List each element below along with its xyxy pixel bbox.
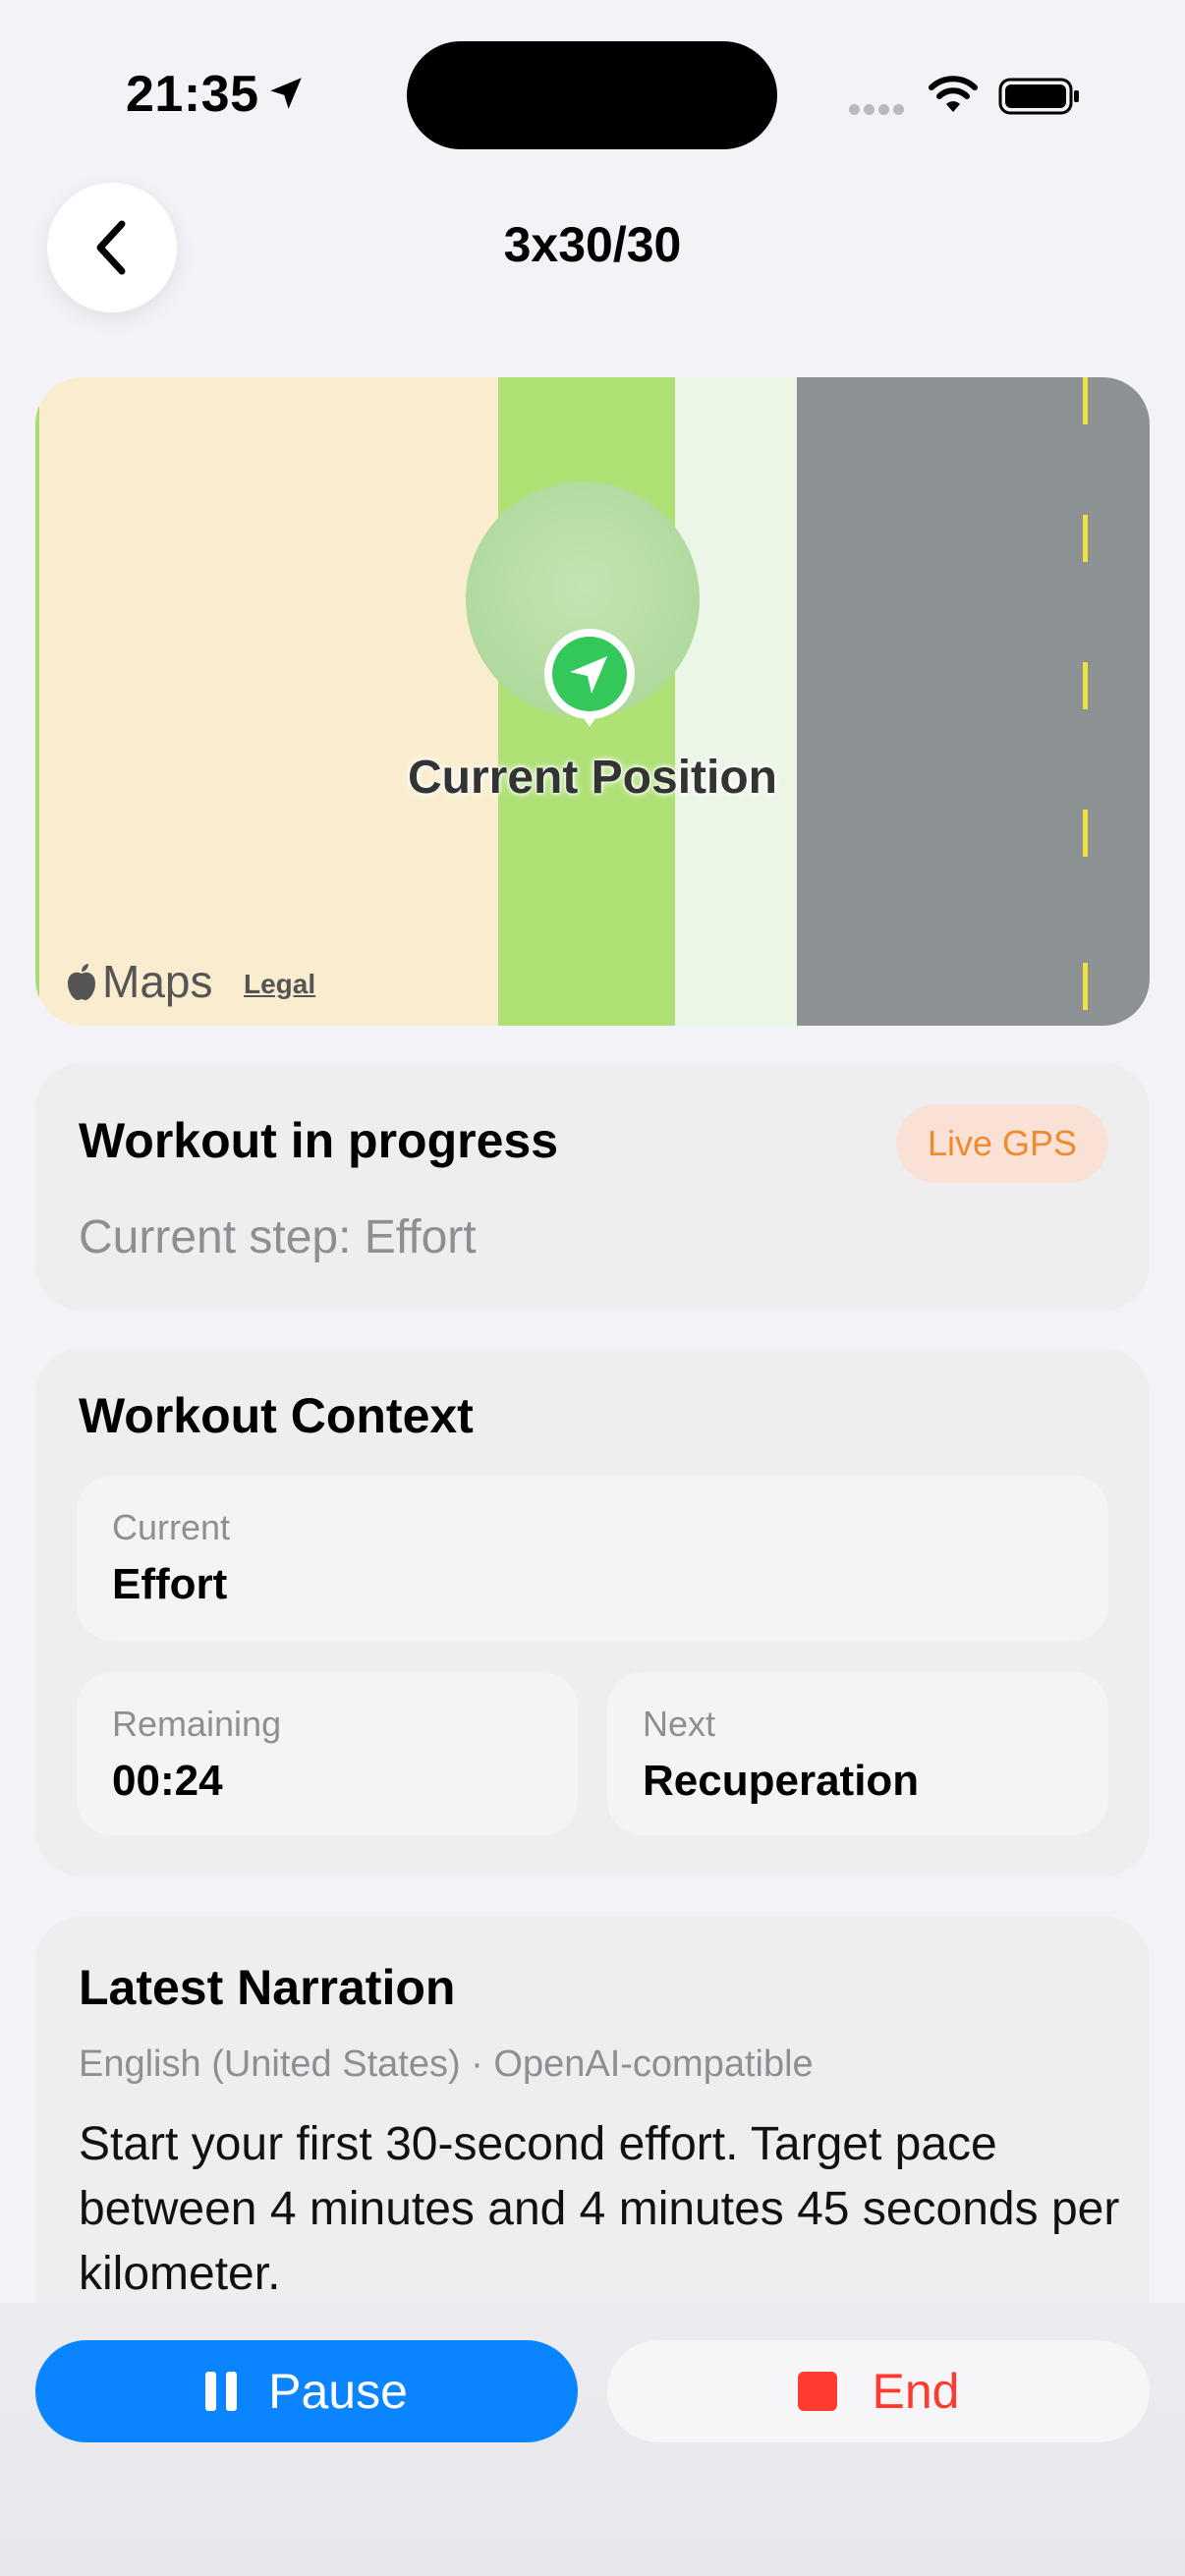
- battery-icon: [998, 78, 1079, 115]
- end-label: End: [872, 2364, 960, 2419]
- live-gps-badge: Live GPS: [896, 1104, 1108, 1183]
- next-step-tile: Next Recuperation: [607, 1672, 1108, 1835]
- maps-brand-text: Maps: [102, 956, 213, 1007]
- remaining-value: 00:24: [112, 1757, 223, 1805]
- apple-logo-icon: [68, 964, 95, 1000]
- workout-screen: 21:35 3x30/30 Current Position Maps Lega…: [0, 0, 1185, 2576]
- next-value: Recuperation: [643, 1757, 920, 1805]
- stop-icon: [797, 2372, 837, 2411]
- remaining-tile: Remaining 00:24: [77, 1672, 578, 1835]
- current-label: Current: [112, 1507, 231, 1547]
- end-button[interactable]: End: [607, 2340, 1150, 2442]
- workout-status-card: Workout in progress Live GPS Current ste…: [35, 1063, 1150, 1311]
- map-lane-marking: [1083, 662, 1088, 709]
- workout-status-title: Workout in progress: [79, 1113, 559, 1168]
- next-label: Next: [643, 1704, 716, 1744]
- narration-meta: English (United States) · OpenAI-compati…: [79, 2044, 814, 2085]
- location-arrow-icon: [270, 78, 302, 109]
- current-location-pin-icon[interactable]: [542, 629, 637, 731]
- map-park-edge: [35, 377, 39, 1026]
- cellular-signal-icon: [849, 102, 908, 120]
- map-sidewalk: [675, 377, 798, 1026]
- pause-icon: [205, 2372, 238, 2411]
- narration-title: Latest Narration: [79, 1960, 456, 2015]
- maps-attribution: Maps: [65, 955, 212, 1008]
- map-road: [797, 377, 1150, 1026]
- status-time: 21:35: [126, 66, 259, 123]
- narration-text: Start your first 30-second effort. Targe…: [79, 2118, 1120, 2300]
- current-step-text: Current step: Effort: [79, 1211, 477, 1263]
- remaining-label: Remaining: [112, 1704, 282, 1744]
- map-view[interactable]: Current Position Maps Legal: [35, 377, 1150, 1026]
- map-lane-marking: [1083, 377, 1088, 424]
- dynamic-island: [407, 41, 777, 149]
- map-lane-marking: [1083, 515, 1088, 562]
- map-lane-marking: [1083, 963, 1088, 1010]
- page-title: 3x30/30: [503, 217, 682, 272]
- wifi-icon: [929, 76, 978, 112]
- current-value: Effort: [112, 1560, 228, 1608]
- workout-context-title: Workout Context: [79, 1388, 474, 1443]
- current-position-label: Current Position: [407, 752, 777, 804]
- pause-label: Pause: [268, 2364, 408, 2419]
- workout-context-card: Workout Context Current Effort Remaining…: [35, 1348, 1150, 1876]
- map-lane-marking: [1083, 810, 1088, 857]
- legal-link[interactable]: Legal: [244, 969, 315, 1000]
- current-step-tile: Current Effort: [77, 1476, 1108, 1641]
- pause-button[interactable]: Pause: [35, 2340, 578, 2442]
